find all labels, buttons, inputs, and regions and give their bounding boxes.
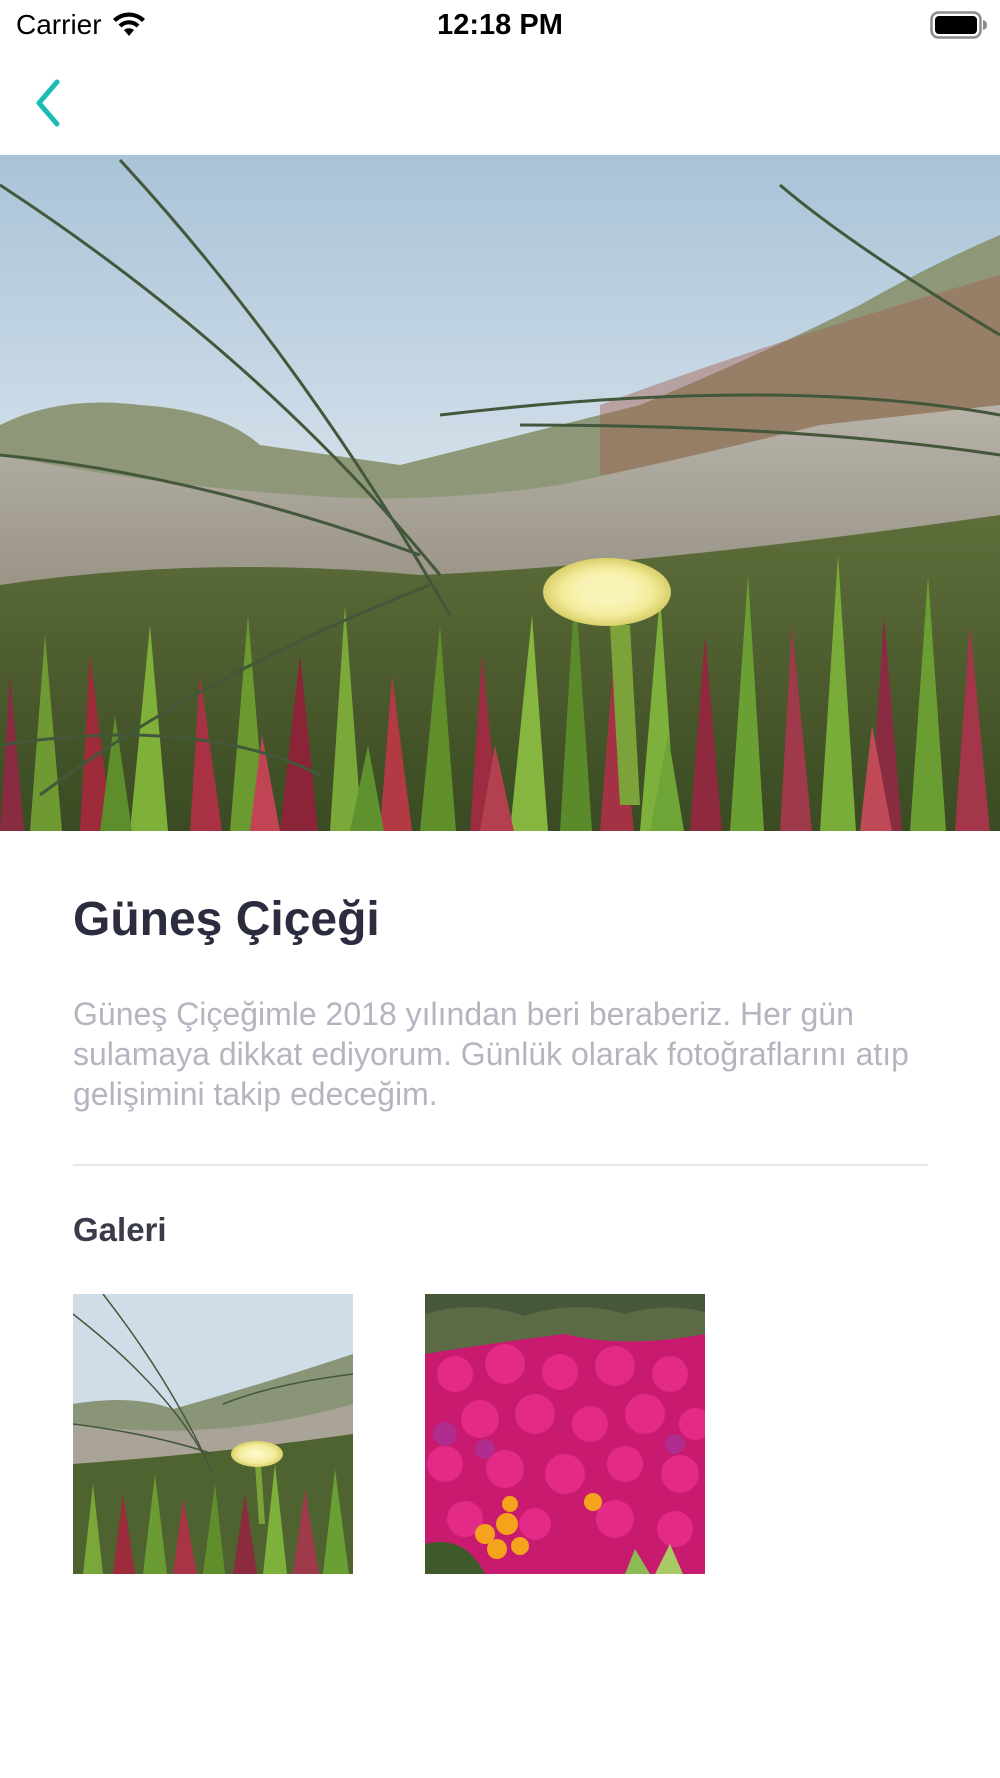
nav-bar bbox=[0, 52, 1000, 152]
back-button[interactable] bbox=[18, 68, 78, 138]
gallery bbox=[73, 1294, 928, 1574]
plant-description: Güneş Çiçeğimle 2018 yılından beri berab… bbox=[73, 996, 909, 1112]
content: Güneş Çiçeği Güneş Çiçeğimle 2018 yılınd… bbox=[73, 880, 928, 1574]
status-bar: Carrier 12:18 PM bbox=[0, 0, 1000, 50]
hero-image bbox=[0, 155, 1000, 831]
chevron-left-icon bbox=[31, 78, 65, 128]
gallery-photo-1[interactable] bbox=[73, 1294, 353, 1574]
battery-icon bbox=[930, 11, 988, 39]
status-time: 12:18 PM bbox=[437, 9, 563, 41]
gallery-photo-2[interactable] bbox=[425, 1294, 705, 1574]
plant-title: Güneş Çiçeği bbox=[73, 893, 380, 946]
divider bbox=[73, 1164, 928, 1166]
gallery-title: Galeri bbox=[73, 1211, 167, 1248]
status-right bbox=[930, 10, 988, 40]
